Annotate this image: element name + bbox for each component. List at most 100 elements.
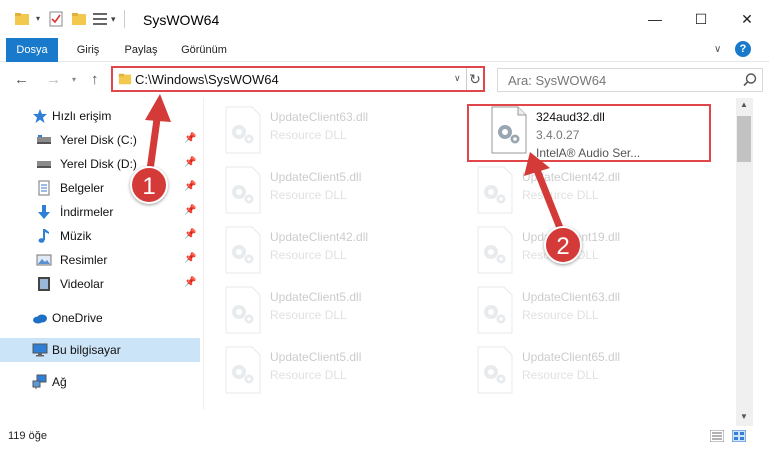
file-type: Resource DLL xyxy=(522,308,599,322)
navigation-pane: Hızlı erişim Yerel Disk (C:) 📌 Yerel Dis… xyxy=(0,102,203,410)
chevron-down-icon[interactable]: ▾ xyxy=(36,14,40,23)
properties-check-icon[interactable] xyxy=(48,11,64,27)
pictures-icon xyxy=(36,254,52,266)
sidebar-item-music[interactable]: Müzik 📌 xyxy=(0,224,200,248)
tiles-view-icon[interactable] xyxy=(732,430,746,442)
quick-access-dropdown-icon[interactable]: ▾ xyxy=(111,14,116,25)
sidebar-item-local-disk-d[interactable]: Yerel Disk (D:) 📌 xyxy=(0,152,200,176)
file-name: UpdateClient65.dll xyxy=(522,350,621,364)
recent-locations-icon[interactable]: ▾ xyxy=(72,75,76,84)
sidebar-item-label: Yerel Disk (C:) xyxy=(60,133,137,147)
file-type: Resource DLL xyxy=(270,248,347,262)
documents-icon xyxy=(38,180,50,196)
scroll-down-icon[interactable]: ▼ xyxy=(740,412,748,421)
sidebar-item-network[interactable]: Ağ xyxy=(0,370,200,394)
search-input[interactable]: Ara: SysWOW64 xyxy=(497,68,763,92)
sidebar-item-local-disk-c[interactable]: Yerel Disk (C:) 📌 xyxy=(0,128,200,152)
pin-icon[interactable]: 📌 xyxy=(184,133,196,144)
address-path[interactable]: C:\Windows\SysWOW64 xyxy=(135,72,279,87)
sidebar-item-label: Müzik xyxy=(60,229,92,243)
dll-file-icon xyxy=(225,226,261,274)
search-icon[interactable] xyxy=(742,72,758,88)
drive-icon xyxy=(37,135,51,144)
ribbon-tabs: Dosya Giriş Paylaş Görünüm ∨ ? xyxy=(0,38,769,62)
sidebar-item-label: Belgeler xyxy=(60,181,105,195)
details-view-icon[interactable] xyxy=(710,430,724,442)
help-icon[interactable]: ? xyxy=(735,41,751,57)
search-placeholder[interactable]: Ara: SysWOW64 xyxy=(508,73,606,88)
file-name: UpdateClient63.dll xyxy=(522,290,621,304)
file-name: UpdateClient63.dll xyxy=(270,110,369,124)
item-count: 119 öğe xyxy=(8,430,47,442)
file-name: UpdateClient5.dll xyxy=(270,170,362,184)
drive-icon xyxy=(37,161,51,168)
list-item[interactable]: UpdateClient42.dll Resource DLL xyxy=(456,162,696,218)
dll-file-icon xyxy=(225,166,261,214)
file-name: UpdateClient5.dll xyxy=(270,290,362,304)
network-icon xyxy=(32,374,47,389)
dll-file-icon xyxy=(225,346,261,394)
new-folder-icon[interactable] xyxy=(71,11,87,27)
minimize-button[interactable]: — xyxy=(632,0,678,38)
sidebar-item-label: Videolar xyxy=(60,277,104,291)
sidebar-item-label: İndirmeler xyxy=(60,205,114,219)
dll-file-icon xyxy=(477,286,513,334)
list-item[interactable]: UpdateClient42.dll Resource DLL xyxy=(204,222,444,278)
customize-icon[interactable] xyxy=(92,11,108,27)
maximize-button[interactable]: ☐ xyxy=(678,0,724,38)
pin-icon[interactable]: 📌 xyxy=(184,157,196,168)
downloads-icon xyxy=(38,205,50,219)
sidebar-item-label: Bu bilgisayar xyxy=(52,343,121,357)
back-arrow-icon[interactable]: ← xyxy=(14,71,29,88)
sidebar-item-documents[interactable]: Belgeler 📌 xyxy=(0,176,200,200)
list-item[interactable]: UpdateClient5.dll Resource DLL xyxy=(204,342,444,398)
sidebar-item-videos[interactable]: Videolar 📌 xyxy=(0,272,200,296)
music-icon xyxy=(38,229,49,243)
status-bar: 119 öğe xyxy=(0,426,769,448)
tab-file[interactable]: Dosya xyxy=(6,38,58,62)
sidebar-item-downloads[interactable]: İndirmeler 📌 xyxy=(0,200,200,224)
tab-view[interactable]: Görünüm xyxy=(172,38,236,62)
sidebar-item-label: OneDrive xyxy=(52,311,103,325)
navigation-bar: ← → ▾ ↑ C:\Windows\SysWOW64 ∨ ↻ Ara: Sys… xyxy=(0,62,769,98)
chevron-down-icon[interactable]: ∨ xyxy=(454,73,461,84)
address-bar[interactable]: C:\Windows\SysWOW64 ∨ ↻ xyxy=(111,66,485,92)
cloud-icon xyxy=(33,314,47,324)
sidebar-item-label: Ağ xyxy=(52,375,67,389)
file-type: Resource DLL xyxy=(270,308,347,322)
up-arrow-icon[interactable]: ↑ xyxy=(91,71,99,88)
dll-file-icon xyxy=(477,166,513,214)
tab-share[interactable]: Paylaş xyxy=(118,38,164,62)
vertical-scrollbar[interactable]: ▲ ▼ xyxy=(736,98,753,426)
pin-icon[interactable]: 📌 xyxy=(184,277,196,288)
list-item[interactable]: UpdateClient63.dll Resource DLL xyxy=(204,102,444,158)
window-title: SysWOW64 xyxy=(143,12,220,28)
list-item[interactable]: UpdateClient5.dll Resource DLL xyxy=(204,162,444,218)
sidebar-item-onedrive[interactable]: OneDrive xyxy=(0,306,200,330)
computer-icon xyxy=(32,343,48,357)
pin-icon[interactable]: 📌 xyxy=(184,253,196,264)
dll-file-icon xyxy=(477,226,513,274)
refresh-icon[interactable]: ↻ xyxy=(466,68,483,90)
folder-icon xyxy=(118,73,132,85)
file-name: UpdateClient42.dll xyxy=(270,230,369,244)
sidebar-item-label: Resimler xyxy=(60,253,108,267)
callout-badge-2: 2 xyxy=(544,226,582,264)
list-item[interactable]: UpdateClient65.dll Resource DLL xyxy=(456,342,696,398)
folder-icon[interactable] xyxy=(14,11,30,27)
scroll-thumb[interactable] xyxy=(737,116,751,162)
expand-ribbon-icon[interactable]: ∨ xyxy=(714,44,721,55)
pin-icon[interactable]: 📌 xyxy=(184,229,196,240)
pin-icon[interactable]: 📌 xyxy=(184,181,196,192)
forward-arrow-icon[interactable]: → xyxy=(46,71,61,88)
tab-home[interactable]: Giriş xyxy=(66,38,110,62)
list-item[interactable]: UpdateClient63.dll Resource DLL xyxy=(456,282,696,338)
sidebar-item-quick-access[interactable]: Hızlı erişim xyxy=(0,104,200,128)
list-item[interactable]: UpdateClient5.dll Resource DLL xyxy=(204,282,444,338)
sidebar-item-this-pc[interactable]: Bu bilgisayar xyxy=(0,338,200,362)
sidebar-item-pictures[interactable]: Resimler 📌 xyxy=(0,248,200,272)
title-bar: ▾ ▾ SysWOW64 — ☐ ✕ xyxy=(0,0,769,38)
scroll-up-icon[interactable]: ▲ xyxy=(740,100,748,109)
pin-icon[interactable]: 📌 xyxy=(184,205,196,216)
close-button[interactable]: ✕ xyxy=(724,0,769,38)
